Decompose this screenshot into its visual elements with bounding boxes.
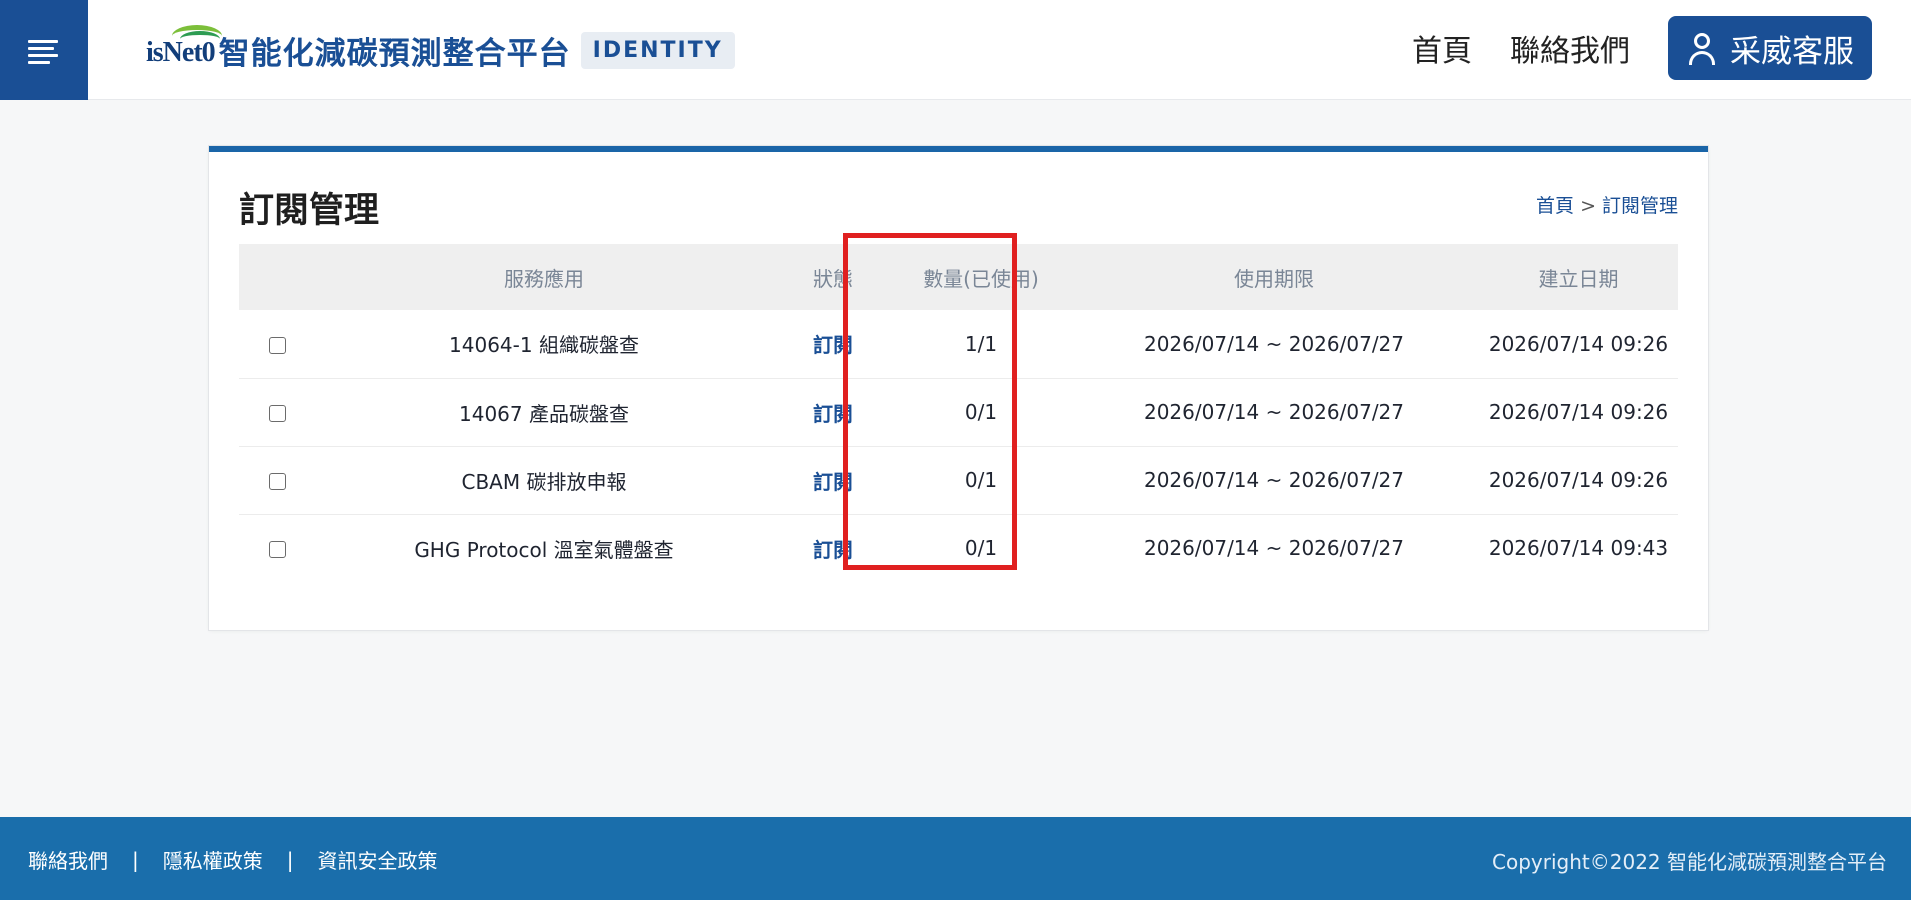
- service-cell: 14067 產品碳盤查: [315, 378, 773, 447]
- period-cell: 2026/07/14 ~ 2026/07/27: [1143, 536, 1405, 561]
- created-cell: 2026/07/14 09:43: [1488, 536, 1669, 561]
- subscription-table: 服務應用 狀態 數量(已使用) 使用期限 建立日期 14064-1 組織碳盤查 …: [239, 244, 1678, 582]
- row-checkbox[interactable]: [268, 541, 286, 559]
- brand-logo: isNet0: [146, 25, 222, 69]
- footer-links: 聯絡我們 | 隱私權政策 | 資訊安全政策: [28, 845, 438, 874]
- table-header-row: 服務應用 狀態 數量(已使用) 使用期限 建立日期: [239, 244, 1678, 310]
- status-link[interactable]: 訂閱: [813, 470, 853, 494]
- breadcrumb: 首頁 > 訂閱管理: [1536, 191, 1678, 218]
- table-row: GHG Protocol 溫室氣體盤查 訂閱 0/1 2026/07/14 ~ …: [239, 514, 1678, 582]
- breadcrumb-current[interactable]: 訂閱管理: [1602, 195, 1678, 217]
- footer-divider: |: [286, 847, 294, 872]
- service-cell: CBAM 碳排放申報: [315, 446, 773, 515]
- table-row: CBAM 碳排放申報 訂閱 0/1 2026/07/14 ~ 2026/07/2…: [239, 446, 1678, 515]
- status-cell: 訂閱: [773, 514, 893, 582]
- header-select: [239, 244, 315, 310]
- row-checkbox[interactable]: [268, 473, 286, 490]
- header-created: 建立日期: [1479, 244, 1678, 310]
- row-select-cell: [239, 514, 315, 582]
- created-cell: 2026/07/14 09:26: [1479, 310, 1678, 379]
- row-checkbox[interactable]: [268, 405, 286, 422]
- status-link[interactable]: 訂閱: [813, 333, 853, 357]
- brand-title: 智能化減碳預測整合平台: [218, 35, 571, 72]
- service-cell: GHG Protocol 溫室氣體盤查: [414, 537, 674, 562]
- status-link[interactable]: 訂閱: [813, 538, 853, 562]
- footer-divider: |: [132, 847, 139, 872]
- period-cell: 2026/07/14 ~ 2026/07/27: [1069, 446, 1479, 515]
- table-row: 14067 產品碳盤查 訂閱 0/1 2026/07/14 ~ 2026/07/…: [239, 378, 1678, 447]
- header-status: 狀態: [773, 244, 893, 310]
- quantity-cell: 0/1: [893, 378, 1069, 447]
- row-select-cell: [239, 310, 315, 379]
- copyright-text: Copyright©2022 智能化減碳預測整合平台: [1492, 850, 1887, 874]
- header-quantity: 數量(已使用): [893, 244, 1069, 310]
- row-select-cell: [239, 378, 315, 447]
- customer-service-label: 采威客服: [1730, 33, 1854, 70]
- footer: 聯絡我們 | 隱私權政策 | 資訊安全政策 Copyright©2022 智能化…: [0, 817, 1911, 900]
- page-title: 訂閱管理: [239, 191, 380, 231]
- period-cell: 2026/07/14 ~ 2026/07/27: [1069, 378, 1479, 447]
- customer-service-button[interactable]: 采威客服: [1668, 16, 1872, 80]
- row-checkbox[interactable]: [268, 336, 286, 354]
- quantity-cell: 0/1: [893, 446, 1069, 515]
- user-icon: [1688, 31, 1716, 65]
- status-link[interactable]: 訂閱: [813, 402, 853, 426]
- table-row: 14064-1 組織碳盤查 訂閱 1/1 2026/07/14 ~ 2026/0…: [239, 310, 1678, 379]
- breadcrumb-separator: >: [1580, 195, 1596, 217]
- created-cell: 2026/07/14 09:26: [1479, 378, 1678, 447]
- top-nav: 首頁 聯絡我們 采威客服: [1412, 16, 1872, 80]
- period-cell: 2026/07/14 ~ 2026/07/27: [1069, 310, 1479, 379]
- status-cell: 訂閱: [773, 378, 893, 447]
- hamburger-menu-icon: [28, 40, 60, 64]
- created-cell: 2026/07/14 09:26: [1479, 446, 1678, 515]
- breadcrumb-home[interactable]: 首頁: [1536, 195, 1574, 217]
- brand[interactable]: isNet0 智能化減碳預測整合平台 IDENTITY: [146, 22, 735, 78]
- nav-home-link[interactable]: 首頁: [1412, 26, 1472, 70]
- nav-contact-link[interactable]: 聯絡我們: [1510, 26, 1630, 70]
- footer-contact-link[interactable]: 聯絡我們: [28, 845, 108, 874]
- status-cell: 訂閱: [773, 446, 893, 515]
- header-service: 服務應用: [315, 244, 773, 310]
- footer-privacy-link[interactable]: 隱私權政策: [163, 845, 263, 874]
- header-period: 使用期限: [1069, 244, 1479, 310]
- subscription-card: 訂閱管理 首頁 > 訂閱管理 服務應用 狀態 數量(已使用) 使用期限 建立日期 1…: [209, 146, 1708, 630]
- row-select-cell: [239, 446, 315, 515]
- top-header: isNet0 智能化減碳預測整合平台 IDENTITY 首頁 聯絡我們 采威客服: [0, 0, 1911, 100]
- service-cell: 14064-1 組織碳盤查: [315, 310, 773, 379]
- identity-badge: IDENTITY: [580, 31, 735, 69]
- quantity-cell: 0/1: [964, 536, 998, 561]
- menu-toggle-button[interactable]: [0, 0, 88, 100]
- status-cell: 訂閱: [773, 310, 893, 379]
- footer-security-link[interactable]: 資訊安全政策: [318, 845, 438, 874]
- quantity-cell: 1/1: [893, 310, 1069, 379]
